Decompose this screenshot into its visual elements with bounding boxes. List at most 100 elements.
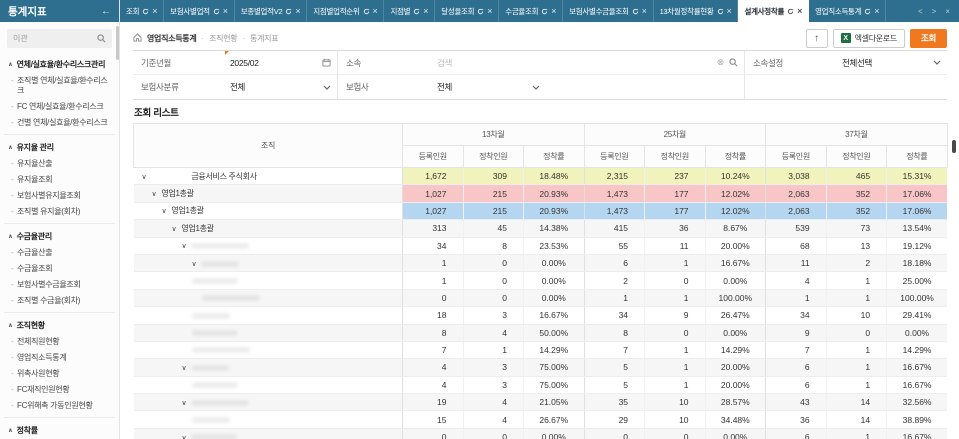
tree-expand-icon[interactable]: ∨ [162,208,167,215]
redacted-org-name [191,312,230,319]
tab-refresh-icon[interactable] [285,8,292,15]
tab-close-icon[interactable]: × [423,6,428,16]
sidebar-item-전체직원현황[interactable]: 전체직원현황 [4,334,115,350]
sidebar-item-수금율조회[interactable]: 수금율조회 [4,261,115,277]
tab-지점별업적순위[interactable]: 지점별업적순위 × [307,0,385,22]
tree-expand-icon[interactable]: ∨ [192,261,197,268]
sidebar-item-건별 연체/실효율/환수리스크[interactable]: 건별 연체/실효율/환수리스크 [4,115,115,131]
headcount-cell: 29 [583,410,645,429]
tab-close-icon[interactable]: × [874,6,879,16]
search-button[interactable]: 조회 [909,28,947,48]
headcount-cell: 1 [825,341,887,360]
tree-expand-icon[interactable]: ∨ [182,400,187,407]
sidebar-item-조직별 유지율(회차)[interactable]: 조직별 유지율(회차) [4,204,115,220]
sidebar-item-FC 연체/실효율/환수리스크[interactable]: FC 연체/실효율/환수리스크 [4,99,115,115]
tree-expand-icon[interactable]: ∨ [182,435,187,439]
tab-close-icon[interactable]: × [295,6,300,16]
sidebar-section-header[interactable]: ∧ 유지율 관리 [4,137,115,156]
clear-icon[interactable]: ⊗ [717,57,725,68]
tab-refresh-icon[interactable] [142,8,149,15]
tab-보험사별수금율조회[interactable]: 보험사별수금율조회 × [563,0,654,22]
tab-bar: 조회 × 보험사별업적 × 보종별업적V2 × 지점별업적순위 × 지점별 × 달성율조회 × 수금율조… [120,0,959,22]
tab-close-icon[interactable]: × [797,6,802,16]
sidebar-search-input[interactable]: 이관 [7,29,112,48]
tab-보종별업적V2[interactable]: 보종별업적V2 × [235,0,308,22]
tab-조회[interactable]: 조회 × [120,0,165,22]
tree-expand-icon[interactable]: ∨ [142,174,147,181]
tab-close-icon[interactable]: × [487,6,492,16]
tab-refresh-icon[interactable] [363,8,370,15]
headcount-cell: 1 [462,341,524,360]
insurer-class-select[interactable]: 전체 [225,75,338,99]
retention-rate-cell: 19.12% [886,237,948,255]
sidebar-item-조직별 연체/실효율/환수리스크[interactable]: 조직별 연체/실효율/환수리스크 [4,73,115,99]
sidebar-item-수금율산출[interactable]: 수금율산출 [4,245,115,261]
tab-close-icon[interactable]: × [642,6,647,16]
retention-rate-cell: 16.67% [886,376,948,395]
org-cell: ∨ [133,393,403,412]
calendar-icon[interactable] [322,58,331,67]
tab-close-icon[interactable]: × [373,6,378,16]
sidebar-item-보험사별유지율조회[interactable]: 보험사별유지율조회 [4,188,115,204]
table-scrollbar-thumb[interactable] [952,140,956,153]
tab-close-icon[interactable]: × [727,6,732,16]
tab-refresh-icon[interactable] [213,8,220,15]
affiliation-search-input[interactable]: 검색 ⊗ [432,51,745,75]
tab-설계사정착률[interactable]: 설계사정착률 × [738,0,810,22]
sidebar-section-header[interactable]: ∧ 수금율관리 [4,226,115,245]
sidebar-section-header[interactable]: ∧ 정착률 [4,420,115,439]
tree-expand-icon[interactable]: ∨ [172,226,177,233]
sidebar-item-FC위해촉 가동인원현황[interactable]: FC위해촉 가동인원현황 [4,398,115,414]
scroll-top-button[interactable]: ↑ [805,28,828,48]
tab-보험사별업적[interactable]: 보험사별업적 × [164,0,235,22]
sidebar-collapse-icon[interactable]: ← [101,6,111,17]
tab-refresh-icon[interactable] [632,8,639,15]
sidebar-item-유지율조회[interactable]: 유지율조회 [4,172,115,188]
tab-close-icon[interactable]: × [223,6,228,16]
tab-지점별[interactable]: 지점별 × [384,0,436,22]
insurer-select[interactable]: 전체 [432,75,745,99]
tab-close-icon[interactable]: × [152,6,157,16]
tree-expand-icon[interactable]: ∨ [182,243,187,250]
redacted-org-name [191,417,230,424]
sidebar-item-유지율산출[interactable]: 유지율산출 [4,156,115,172]
col-header: 등록인원 [765,145,827,168]
tree-expand-icon[interactable]: ∨ [182,365,187,372]
search-icon[interactable] [729,58,738,67]
base-month-field[interactable]: 2025/02 [225,51,338,75]
excel-download-button[interactable]: X 엑셀다운로드 [832,28,905,48]
tab-prev-icon[interactable]: < [918,7,923,16]
tab-refresh-icon[interactable] [541,8,548,15]
tab-refresh-icon[interactable] [864,8,871,15]
retention-rate-cell: 38.89% [886,410,948,429]
excel-download-label: 엑셀다운로드 [854,33,898,43]
tab-수금율조회[interactable]: 수금율조회 × [499,0,564,22]
sidebar-item-보험사별수금율조회[interactable]: 보험사별수금율조회 [4,277,115,293]
headcount-cell: 10 [825,306,887,325]
tab-label: 지점별 [390,6,411,16]
tab-refresh-icon[interactable] [717,8,724,15]
tab-label: 달성율조회 [441,6,475,16]
sidebar-section-header[interactable]: ∧ 연체/실효율/환수리스크관리 [4,54,115,73]
tabs-close-all-icon[interactable]: × [945,7,950,16]
sidebar-section-header[interactable]: ∧ 조직현황 [4,315,115,334]
affiliation-setting-select[interactable]: 전체선택 [837,51,947,75]
tab-refresh-icon[interactable] [413,8,420,15]
sidebar-item-조직별 수금율(회차)[interactable]: 조직별 수금율(회차) [4,293,115,309]
org-column-header: 조직 [133,123,403,168]
tab-영업직소득통계[interactable]: 영업직소득통계 × [809,0,887,22]
headcount-cell: 415 [583,219,645,238]
retention-rate-cell: 14.29% [886,341,948,360]
sidebar-item-위촉사원현황[interactable]: 위촉사원현황 [4,366,115,382]
sidebar-item-FC재직인원현황[interactable]: FC재직인원현황 [4,382,115,398]
sidebar-scrollbar[interactable] [116,26,119,60]
tab-13차월정착률현황[interactable]: 13차월정착률현황 × [654,0,739,22]
tab-refresh-icon[interactable] [787,8,794,15]
tab-next-icon[interactable]: > [932,7,937,16]
tab-refresh-icon[interactable] [477,8,484,15]
sidebar-item-영업직소득통계[interactable]: 영업직소득통계 [4,350,115,366]
tree-expand-icon[interactable]: ∨ [152,191,157,198]
headcount-cell: 0 [644,271,706,290]
tab-달성율조회[interactable]: 달성율조회 × [435,0,500,22]
tab-close-icon[interactable]: × [551,6,556,16]
